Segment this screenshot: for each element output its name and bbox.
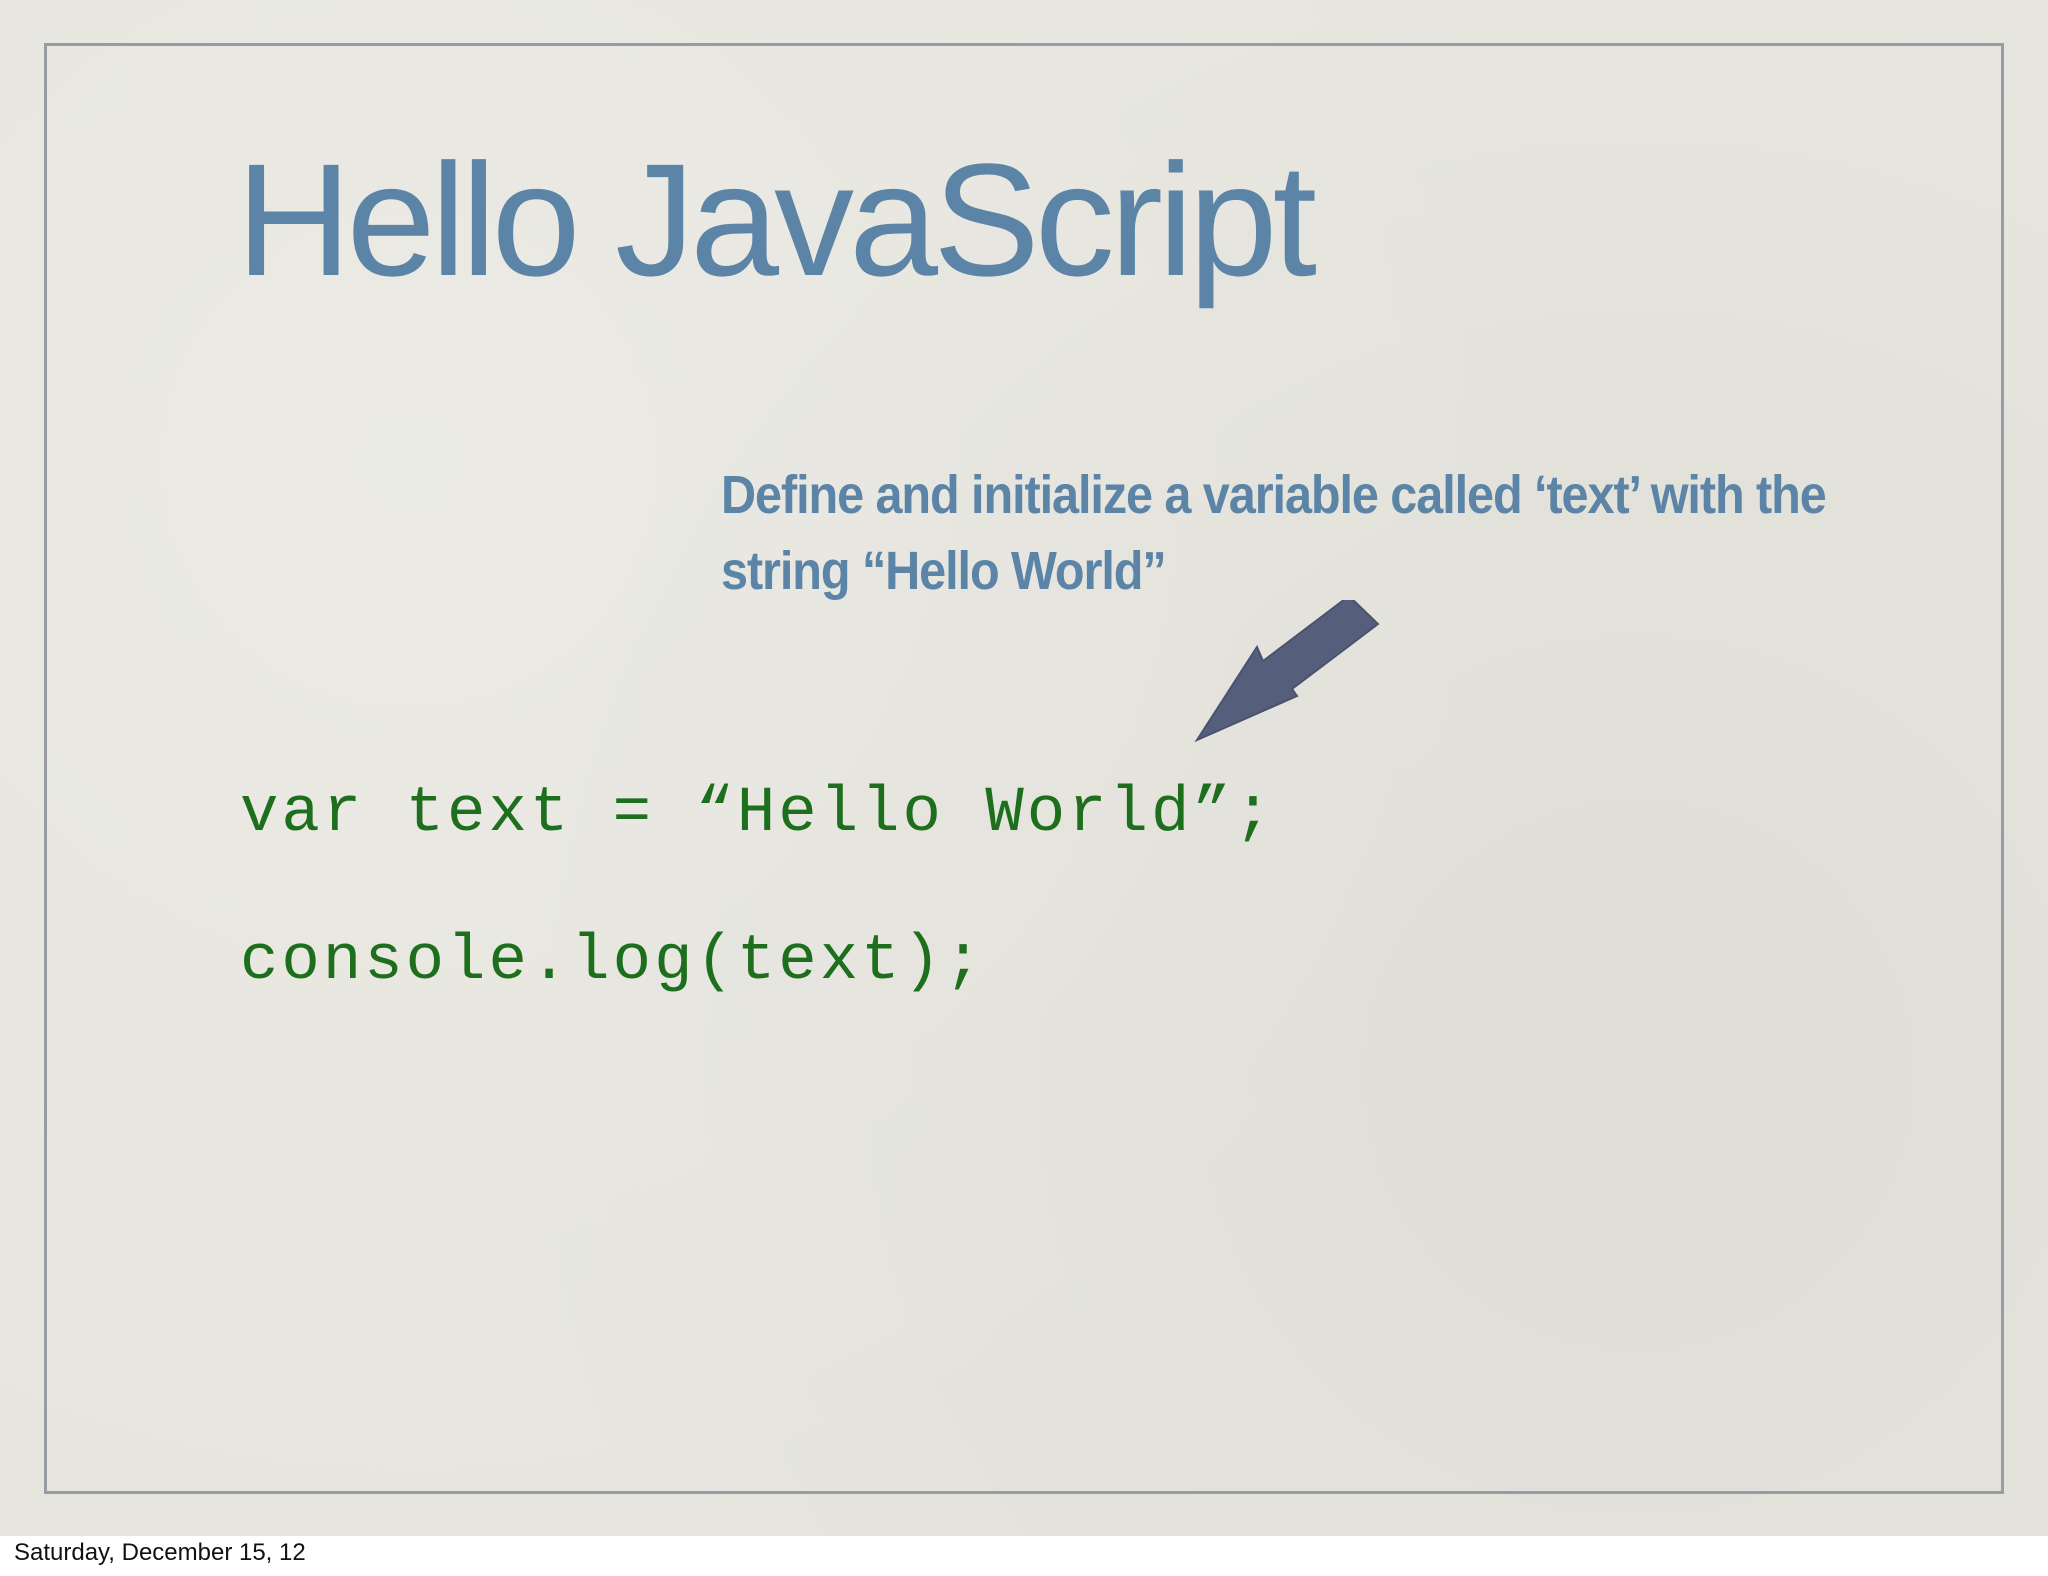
slide-title: Hello JavaScript [236, 130, 1317, 309]
footer-date: Saturday, December 15, 12 [14, 1539, 306, 1566]
code-line-1: var text = “Hello World”; [240, 778, 1276, 850]
slide: Hello JavaScript Define and initialize a… [0, 0, 2048, 1536]
callout-text: Define and initialize a variable called … [721, 465, 1827, 601]
arrow-down-left-icon [1194, 600, 1380, 743]
code-line-2: console.log(text); [240, 926, 986, 998]
